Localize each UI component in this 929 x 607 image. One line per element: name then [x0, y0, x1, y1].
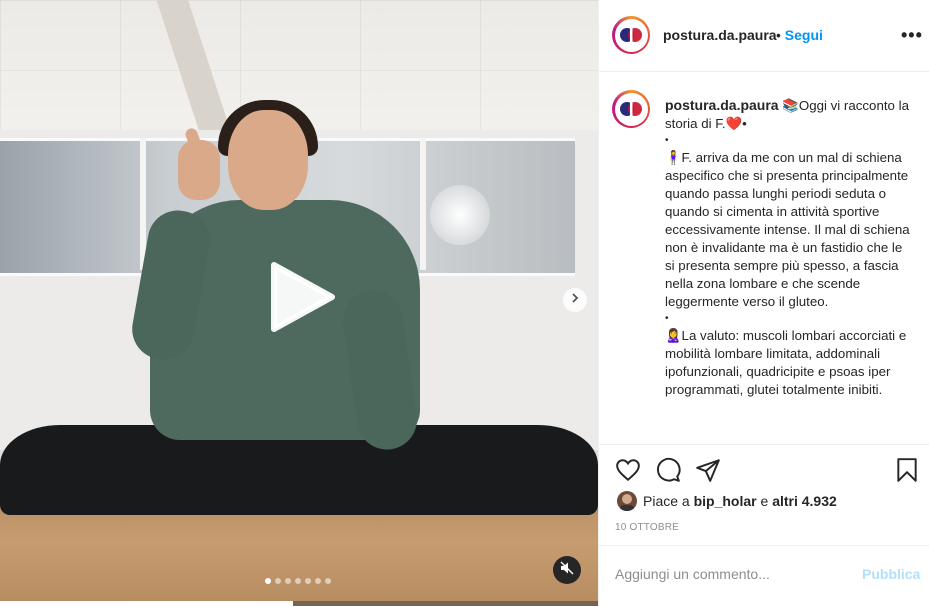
play-icon[interactable]	[268, 262, 338, 332]
heart-icon[interactable]	[615, 457, 641, 483]
chevron-right-icon	[569, 291, 581, 309]
post-header: postura.da.paura • Segui •••	[599, 0, 929, 72]
comment-icon[interactable]	[655, 457, 681, 483]
window-mullion	[420, 138, 426, 270]
carousel-dot	[265, 578, 271, 584]
carousel-dot	[275, 578, 281, 584]
publish-button[interactable]: Pubblica	[862, 566, 920, 582]
mute-icon	[560, 561, 574, 580]
person-head	[228, 110, 308, 210]
liker-username[interactable]: bip_holar	[694, 493, 757, 509]
brand-logo	[614, 18, 648, 52]
likes-summary: Piace a bip_holar e altri 4.932	[617, 491, 837, 511]
post-panel: postura.da.paura • Segui ••• postura.da.…	[598, 0, 929, 606]
follow-area: • Segui	[776, 27, 823, 43]
caption-bullet: •	[665, 313, 669, 324]
post-date[interactable]: 10 OTTOBRE	[615, 522, 679, 533]
mute-button[interactable]	[553, 556, 581, 584]
video-progress-bar[interactable]	[0, 601, 598, 606]
carousel-next-button[interactable]	[563, 288, 587, 312]
likes-connector: e	[760, 493, 769, 509]
caption-area: postura.da.paura 📚Oggi vi racconto la st…	[599, 72, 929, 444]
caption-text: postura.da.paura 📚Oggi vi racconto la st…	[665, 96, 910, 400]
avatar[interactable]	[612, 16, 650, 54]
post-actions	[599, 444, 929, 493]
follow-separator: •	[776, 27, 781, 43]
bookmark-icon[interactable]	[894, 457, 920, 483]
caption-paragraph: 🙎‍♀️La valuto: muscoli lombari accorciat…	[665, 328, 907, 397]
caption-paragraph: 🧍‍♀️F. arriva da me con un mal di schien…	[665, 150, 910, 309]
likes-prefix: Piace a	[643, 493, 690, 509]
share-icon[interactable]	[695, 457, 721, 483]
post-username[interactable]: postura.da.paura	[663, 27, 777, 43]
wood-floor	[0, 500, 598, 606]
caption-bullet: •	[665, 135, 669, 146]
more-options-icon[interactable]: •••	[901, 25, 923, 46]
caption-username[interactable]: postura.da.paura	[665, 97, 779, 113]
follow-button[interactable]: Segui	[785, 27, 823, 43]
light-glow	[430, 185, 490, 245]
carousel-dot	[315, 578, 321, 584]
comment-input[interactable]: Aggiungi un commento...	[615, 566, 770, 582]
post-media[interactable]	[0, 0, 598, 606]
carousel-dot	[285, 578, 291, 584]
carousel-dot	[325, 578, 331, 584]
carousel-dot	[295, 578, 301, 584]
carousel-dot	[305, 578, 311, 584]
brand-logo	[614, 92, 648, 126]
caption-avatar[interactable]	[612, 90, 650, 128]
video-progress-fill	[0, 601, 294, 606]
carousel-dots	[265, 578, 331, 584]
comment-box: Aggiungi un commento... Pubblica	[599, 545, 929, 607]
likes-count[interactable]: altri 4.932	[772, 493, 837, 509]
liker-avatar[interactable]	[617, 491, 637, 511]
